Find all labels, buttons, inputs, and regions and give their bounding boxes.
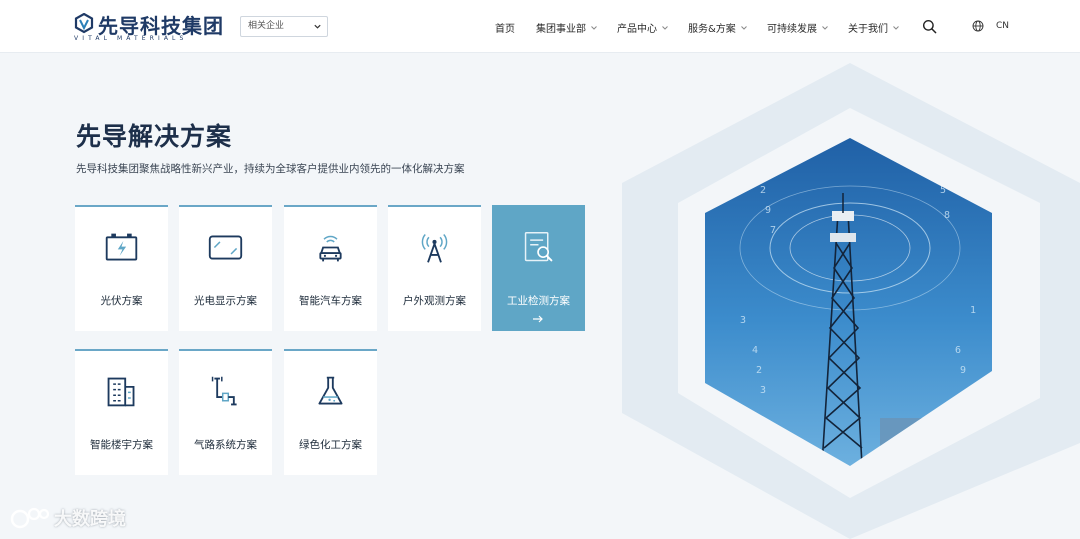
- svg-text:7: 7: [770, 225, 776, 236]
- nav-item-label: 可持续发展: [767, 24, 817, 35]
- antenna-icon: [421, 234, 448, 263]
- svg-text:3: 3: [740, 315, 746, 326]
- page-subtitle: 先导科技集团聚焦战略性新兴产业，持续为全球客户提供业内领先的一体化解决方案: [76, 163, 465, 175]
- inspect-icon: [524, 231, 553, 262]
- watermark-logo-icon: [10, 507, 50, 529]
- solution-card-gas-system[interactable]: 气路系统方案: [179, 349, 272, 475]
- svg-text:3: 3: [760, 385, 766, 396]
- logo-subtext: VITAL MATERIALS: [74, 35, 188, 42]
- svg-text:4: 4: [752, 345, 758, 356]
- nav-item-label: 关于我们: [848, 24, 888, 35]
- card-label: 工业检测方案: [507, 295, 570, 307]
- pipe-icon: [211, 376, 237, 406]
- hero-hexagon-image: 297 584 236 931: [622, 63, 1080, 539]
- chevron-down-icon: [662, 25, 668, 30]
- nav-item-sustainability[interactable]: 可持续发展: [767, 20, 829, 35]
- solution-card-smart-car[interactable]: 智能汽车方案: [284, 205, 377, 331]
- chevron-down-icon: [740, 25, 747, 30]
- svg-text:1: 1: [970, 305, 976, 316]
- search-icon[interactable]: [922, 19, 937, 34]
- related-companies-select[interactable]: 相关企业: [240, 16, 328, 37]
- solution-card-outdoor-observation[interactable]: 户外观测方案: [388, 205, 481, 331]
- nav-item-home[interactable]: 首页: [495, 20, 515, 35]
- solution-card-green-chemical[interactable]: 绿色化工方案: [284, 349, 377, 475]
- svg-text:9: 9: [960, 365, 966, 376]
- nav-item-about[interactable]: 关于我们: [848, 20, 900, 35]
- arrow-right-icon: [533, 315, 543, 323]
- card-label: 户外观测方案: [403, 295, 466, 307]
- solution-card-photovoltaic[interactable]: 光伏方案: [75, 205, 168, 331]
- svg-text:2: 2: [760, 185, 766, 196]
- card-label: 光伏方案: [100, 295, 143, 307]
- language-label: CN: [996, 21, 1010, 31]
- chevron-down-icon: [822, 25, 828, 30]
- language-switch[interactable]: CN: [972, 20, 1009, 32]
- nav-item-services[interactable]: 服务&方案: [688, 20, 748, 35]
- related-companies-label: 相关企业: [248, 21, 285, 31]
- nav-item-label: 集团事业部: [536, 24, 586, 35]
- card-label: 光电显示方案: [194, 295, 257, 307]
- chevron-down-icon: [591, 25, 597, 30]
- nav-item-label: 服务&方案: [688, 24, 736, 35]
- globe-icon: [972, 20, 984, 32]
- chevron-down-icon: [893, 25, 899, 30]
- card-label: 气路系统方案: [194, 439, 257, 451]
- card-label: 绿色化工方案: [299, 439, 362, 451]
- solution-card-industrial-inspection[interactable]: 工业检测方案: [492, 205, 585, 331]
- battery-icon: [105, 233, 138, 261]
- site-header: 先导科技集团 VITAL MATERIALS 相关企业 首页 集团事业部 产品中…: [0, 0, 1080, 53]
- nav-item-products[interactable]: 产品中心: [617, 20, 669, 35]
- solution-card-smart-building[interactable]: 智能楼宇方案: [75, 349, 168, 475]
- nav-item-label: 产品中心: [617, 24, 657, 35]
- page-title: 先导解决方案: [76, 122, 233, 151]
- nav-item-label: 首页: [495, 24, 515, 35]
- solution-card-display[interactable]: 光电显示方案: [179, 205, 272, 331]
- flask-icon: [318, 376, 343, 405]
- logo[interactable]: 先导科技集团 VITAL MATERIALS: [74, 11, 224, 42]
- svg-text:9: 9: [765, 205, 771, 216]
- card-label: 智能汽车方案: [299, 295, 362, 307]
- svg-text:2: 2: [756, 365, 762, 376]
- watermark: 大数跨境: [10, 505, 126, 531]
- display-icon: [208, 235, 243, 260]
- svg-text:6: 6: [955, 345, 961, 356]
- svg-text:8: 8: [944, 210, 950, 221]
- building-icon: [107, 377, 135, 407]
- car-icon: [319, 235, 342, 262]
- chevron-down-icon: [314, 24, 321, 29]
- watermark-text: 大数跨境: [54, 509, 126, 530]
- card-label: 智能楼宇方案: [90, 439, 153, 451]
- nav-item-divisions[interactable]: 集团事业部: [536, 20, 598, 35]
- logo-text: 先导科技集团: [98, 14, 224, 38]
